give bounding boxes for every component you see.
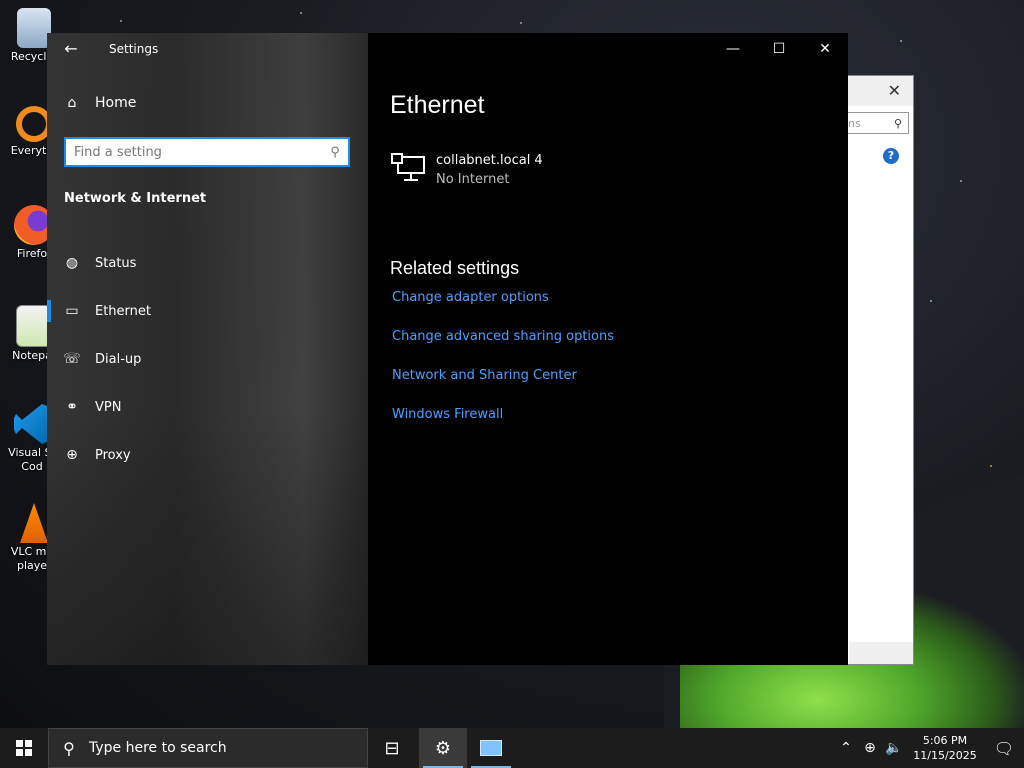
- nav-item-label: Ethernet: [95, 303, 151, 319]
- windows-firewall-link[interactable]: Windows Firewall: [392, 408, 614, 447]
- nav-home[interactable]: ⌂ Home: [63, 95, 137, 111]
- taskbar-search-box[interactable]: ⚲ Type here to search: [48, 728, 368, 768]
- nav-item-vpn[interactable]: ⚭ VPN: [47, 383, 368, 431]
- window-controls: — ☐ ✕: [710, 33, 848, 65]
- nav-item-label: VPN: [95, 399, 122, 415]
- volume-muted-icon[interactable]: 🔈: [882, 740, 906, 756]
- system-tray: ⌃ ⊕ 🔈 5:06 PM 11/15/2025 🗨: [834, 728, 1024, 768]
- ethernet-icon: ▭: [65, 303, 79, 319]
- arrow-left-icon: ←: [64, 39, 78, 58]
- search-icon: ⚲: [893, 117, 902, 130]
- notification-icon[interactable]: 🗨: [984, 739, 1024, 758]
- home-icon: ⌂: [67, 95, 77, 111]
- clock-time: 5:06 PM: [922, 734, 968, 747]
- search-icon: ⚲: [330, 144, 340, 160]
- taskbar: ⚲ Type here to search ⊟ ⚙ ⌃ ⊕ 🔈 5:06 PM …: [0, 728, 1024, 768]
- nav-item-dial-up[interactable]: ☏ Dial-up: [47, 335, 368, 383]
- related-settings-title: Related settings: [390, 258, 520, 278]
- settings-nav-pane: ← Settings ⌂ Home ⚲ Network & Internet ◍…: [47, 33, 368, 665]
- network-globe-icon[interactable]: ⊕: [858, 740, 882, 756]
- nav-item-label: Status: [95, 255, 137, 271]
- back-button[interactable]: ←: [55, 37, 87, 61]
- close-icon[interactable]: ✕: [888, 81, 901, 100]
- control-panel-icon: [480, 740, 502, 756]
- windows-logo-icon: [16, 740, 32, 756]
- close-icon: ✕: [819, 41, 831, 57]
- nav-item-proxy[interactable]: ⊕ Proxy: [47, 431, 368, 479]
- nav-item-label: Proxy: [95, 447, 131, 463]
- start-button[interactable]: [0, 728, 48, 768]
- nav-item-status[interactable]: ◍ Status: [47, 239, 368, 287]
- chevron-up-icon[interactable]: ⌃: [834, 740, 858, 756]
- close-button[interactable]: ✕: [802, 33, 848, 65]
- nav-item-ethernet[interactable]: ▭ Ethernet: [47, 287, 368, 335]
- background-window-search[interactable]: ns ⚲: [839, 112, 909, 134]
- connection-status: No Internet: [436, 172, 510, 187]
- taskbar-control-panel-app[interactable]: [467, 728, 515, 768]
- minimize-icon: —: [726, 41, 740, 57]
- find-setting-input[interactable]: [66, 143, 322, 161]
- app-title: Settings: [109, 42, 159, 56]
- task-view-icon: ⊟: [384, 737, 400, 759]
- network-sharing-center-link[interactable]: Network and Sharing Center: [392, 369, 614, 408]
- vpn-icon: ⚭: [66, 399, 78, 415]
- help-icon[interactable]: ?: [883, 148, 899, 164]
- recycle-bin-icon: [17, 8, 51, 48]
- maximize-button[interactable]: ☐: [756, 33, 802, 65]
- nav-item-label: Dial-up: [95, 351, 142, 367]
- background-window-statusbar: [849, 642, 913, 664]
- ethernet-connection[interactable]: collabnet.local 4 No Internet: [390, 153, 543, 187]
- globe-icon: ◍: [65, 255, 79, 271]
- proxy-globe-icon: ⊕: [66, 447, 78, 463]
- settings-content-pane: — ☐ ✕ Ethernet collabnet.local 4 No Inte…: [368, 33, 848, 665]
- dial-up-icon: ☏: [63, 351, 81, 367]
- related-settings-list: Change adapter options Change advanced s…: [392, 291, 614, 447]
- gear-icon: ⚙: [434, 737, 452, 759]
- task-view-button[interactable]: ⊟: [368, 728, 416, 768]
- taskbar-settings-app[interactable]: ⚙: [419, 728, 467, 768]
- nav-section-title: Network & Internet: [64, 191, 207, 206]
- page-title: Ethernet: [390, 91, 485, 119]
- maximize-icon: ☐: [772, 41, 786, 57]
- connection-name: collabnet.local 4: [436, 153, 543, 168]
- nav-home-label: Home: [95, 95, 137, 111]
- background-search-text: ns: [848, 117, 861, 130]
- nav-list: ◍ Status ▭ Ethernet ☏ Dial-up ⚭ VPN ⊕ Pr…: [47, 239, 368, 479]
- minimize-button[interactable]: —: [710, 33, 756, 65]
- change-adapter-options-link[interactable]: Change adapter options: [392, 291, 614, 330]
- change-advanced-sharing-link[interactable]: Change advanced sharing options: [392, 330, 614, 369]
- search-icon: ⚲: [63, 738, 75, 758]
- clock-date: 11/15/2025: [913, 749, 977, 762]
- find-setting-search[interactable]: ⚲: [64, 137, 350, 167]
- clock[interactable]: 5:06 PM 11/15/2025: [906, 733, 984, 763]
- settings-titlebar: ← Settings: [47, 33, 368, 65]
- network-pc-icon: [391, 153, 425, 181]
- settings-window: ← Settings ⌂ Home ⚲ Network & Internet ◍…: [47, 33, 848, 665]
- taskbar-search-placeholder: Type here to search: [89, 740, 227, 756]
